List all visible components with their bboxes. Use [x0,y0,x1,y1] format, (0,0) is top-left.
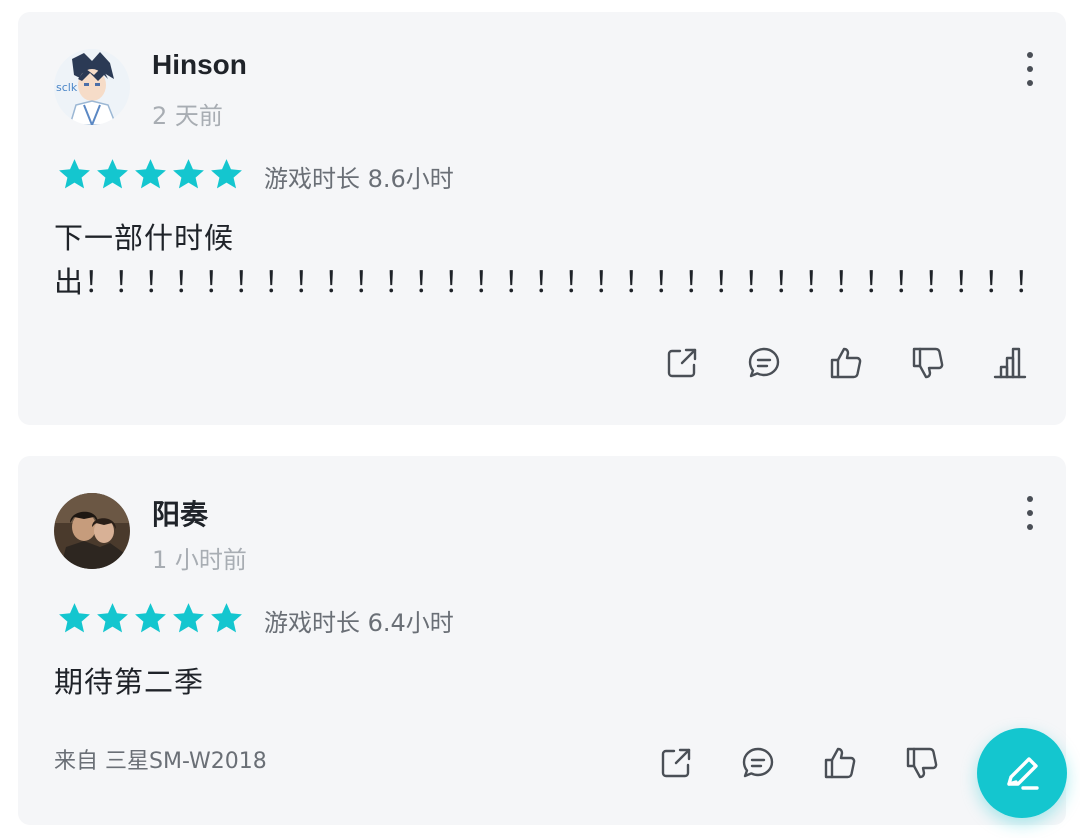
review-content[interactable]: 下一部什时候 出！！！！！！！！！！！！！！！！！！！！！！！！！！！！！！！！ [54,216,1043,304]
thumbs-up-icon[interactable] [822,745,858,781]
star-rating [56,600,245,637]
star-rating [56,156,245,193]
avatar[interactable] [54,493,130,569]
review-actions [664,345,1028,381]
thumbs-down-icon[interactable] [904,745,940,781]
review-actions [658,745,940,781]
star-icon [59,159,90,189]
write-review-button[interactable] [977,728,1067,818]
review-card: 阳奏 1 小时前 游戏时长 6.4小时 期待第二季 来自 三星SM-W2018 [18,456,1066,825]
comment-icon[interactable] [740,745,776,781]
avatar[interactable]: sclk [54,49,130,125]
author-name[interactable]: 阳奏 [152,493,208,533]
star-icon [97,603,128,633]
thumbs-up-icon[interactable] [828,345,864,381]
review-time: 1 小时前 [152,546,247,574]
playtime: 游戏时长 8.6小时 [264,165,454,193]
thumbs-down-icon[interactable] [910,345,946,381]
share-icon[interactable] [664,345,700,381]
review-card: sclk Hinson 2 天前 游戏时长 8.6小时 下一部什时候 出！！！！… [18,12,1066,425]
star-icon [135,159,166,189]
review-time: 2 天前 [152,102,223,130]
share-icon[interactable] [658,745,694,781]
star-icon [211,603,242,633]
playtime: 游戏时长 6.4小时 [264,609,454,637]
star-icon [211,159,242,189]
bar-chart-icon[interactable] [992,345,1028,381]
review-content[interactable]: 期待第二季 [54,660,1026,704]
comment-icon[interactable] [746,345,782,381]
svg-text:sclk: sclk [56,81,78,94]
more-options-icon[interactable] [1020,496,1040,530]
author-name[interactable]: Hinson [152,49,247,81]
star-icon [173,603,204,633]
star-icon [173,159,204,189]
star-icon [135,603,166,633]
device-info: 来自 三星SM-W2018 [54,749,267,774]
write-review-icon [1007,757,1039,790]
more-options-icon[interactable] [1020,52,1040,86]
star-icon [59,603,90,633]
star-icon [97,159,128,189]
